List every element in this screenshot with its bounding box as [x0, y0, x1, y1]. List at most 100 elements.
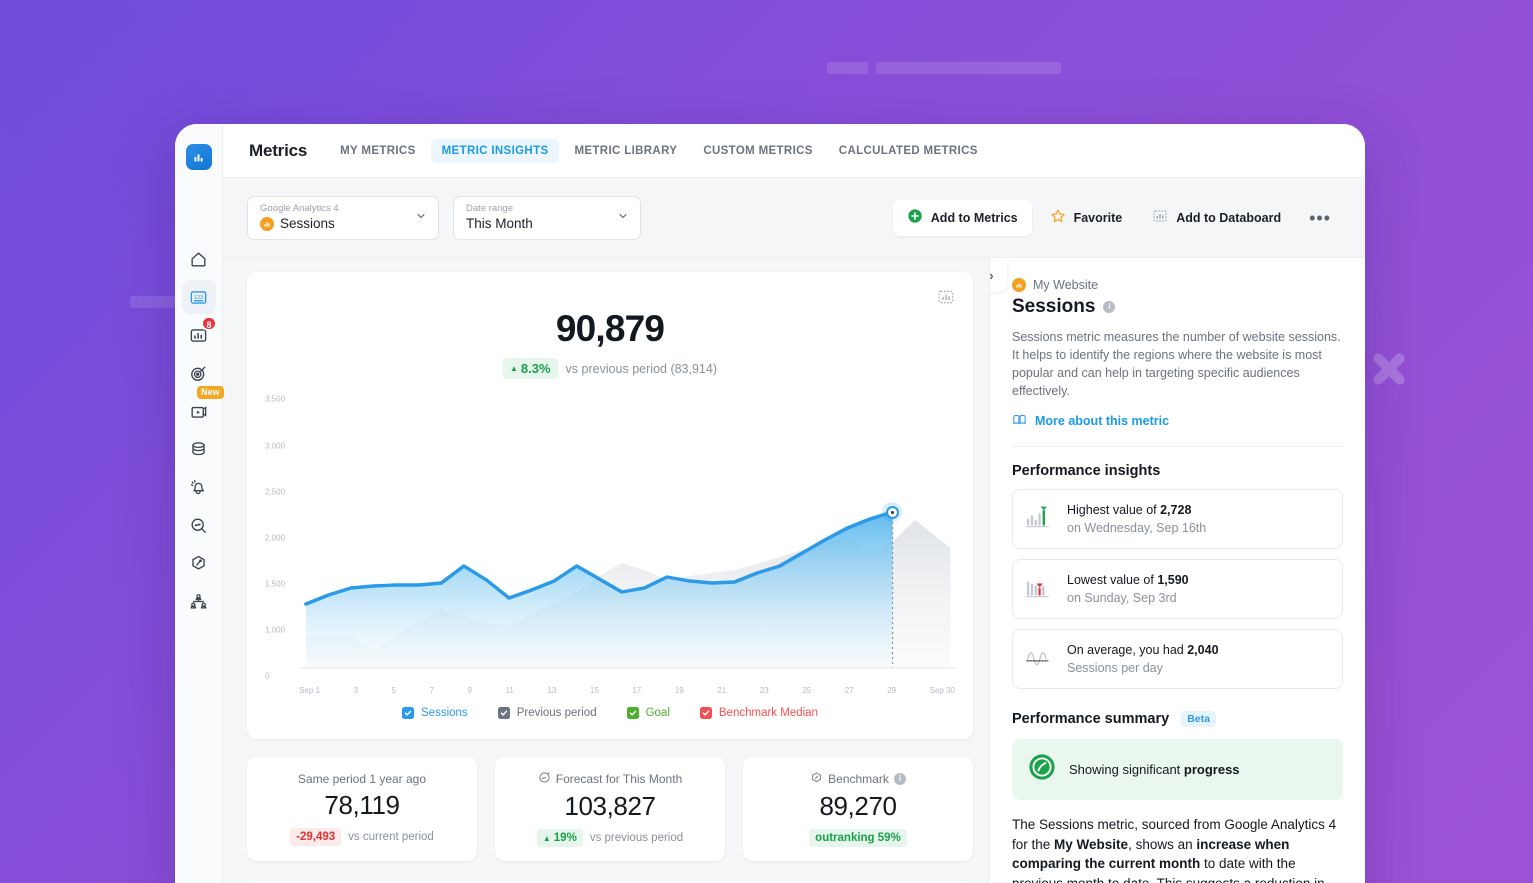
stat-title: Benchmark i — [810, 771, 906, 787]
forecast-icon — [538, 771, 551, 787]
stat-title: Forecast for This Month — [538, 771, 682, 787]
x-tick-8: 17 — [632, 686, 642, 695]
background-decoration-bar-2 — [876, 62, 1061, 74]
favorite-label: Favorite — [1073, 210, 1123, 225]
chart-delta-pill: ▲ 8.3% — [502, 358, 558, 379]
side-panel-title: Sessions — [1012, 296, 1096, 317]
delta-up-arrow-icon: ▲ — [509, 364, 518, 373]
x-tick-15: Sep 30 — [929, 686, 955, 695]
performance-insights-heading: Performance insights — [1012, 463, 1161, 479]
x-tick-2: 5 — [391, 686, 396, 695]
sidebar-item-performance[interactable] — [182, 546, 216, 580]
x-tick-1: 3 — [353, 686, 358, 695]
sidebar-item-teams[interactable] — [182, 584, 216, 618]
side-panel-title-row: Sessions i — [1012, 296, 1343, 318]
sidebar-item-insights[interactable] — [182, 508, 216, 542]
tab-calculated-metrics[interactable]: CALCULATED METRICS — [828, 139, 989, 163]
legend-item-benchmark-median[interactable]: Benchmark Median — [699, 707, 818, 719]
stat-sub: vs current period — [348, 831, 434, 843]
stat-title-text: Same period 1 year ago — [297, 772, 427, 786]
favorite-button[interactable]: Favorite — [1038, 200, 1135, 236]
add-to-databoard-label: Add to Databoard — [1176, 210, 1282, 225]
more-about-metric-link[interactable]: More about this metric — [1012, 412, 1343, 430]
chart-legend: Sessions Previous period Goal Benchmark … — [263, 707, 957, 719]
insight-lowest-value: Lowest value of 1,590 on Sunday, Sep 3rd — [1012, 559, 1343, 619]
tab-my-metrics[interactable]: MY METRICS — [329, 139, 427, 163]
sidebar-item-loops[interactable]: New — [182, 386, 224, 428]
google-analytics-icon — [1012, 278, 1026, 292]
insight-line-2: on Wednesday, Sep 16th — [1067, 521, 1207, 535]
x-axis-labels: Sep 1 3 5 7 9 11 13 15 17 19 21 23 25 27… — [299, 686, 955, 695]
legend-item-previous-period[interactable]: Previous period — [497, 707, 597, 719]
x-tick-9: 19 — [674, 686, 684, 695]
stat-title: Same period 1 year ago — [298, 772, 426, 786]
more-options-button[interactable]: ••• — [1299, 209, 1341, 227]
chevron-down-icon — [415, 209, 427, 227]
y-tick-2000: 2,000 — [265, 533, 286, 543]
checkbox-checked-icon — [699, 707, 712, 719]
performance-summary-status: Showing significant progress — [1012, 739, 1343, 800]
databox-logo-icon — [185, 144, 212, 170]
metric-select[interactable]: Google Analytics 4 Sessions — [247, 195, 439, 240]
export-chart-icon[interactable] — [935, 286, 957, 308]
y-tick-1500: 1,500 — [265, 579, 286, 589]
performance-summary-heading: Performance summary — [1012, 711, 1170, 727]
sidebar-item-goals[interactable] — [182, 356, 216, 390]
collapse-panel-button[interactable]: » — [990, 258, 1007, 292]
tab-metric-insights[interactable]: METRIC INSIGHTS — [430, 138, 560, 163]
stat-card-row: Same period 1 year ago 78,119 -29,493 vs… — [247, 757, 973, 861]
sidebar-item-metrics[interactable]: 123 — [181, 280, 216, 314]
insight-highest-value: Highest value of 2,728 on Wednesday, Sep… — [1012, 489, 1343, 549]
performance-summary-body: The Sessions metric, sourced from Google… — [1012, 815, 1343, 883]
app-logo[interactable] — [175, 132, 223, 182]
sidebar-item-alerts[interactable] — [182, 470, 216, 504]
legend-item-sessions[interactable]: Sessions — [402, 707, 468, 719]
performance-summary-status-text: Showing significant progress — [1069, 762, 1240, 777]
up-arrow-icon: ▲ — [542, 833, 551, 843]
toolbar: Google Analytics 4 Sessions Date range T… — [223, 178, 1365, 258]
insight-line-1-value: 1,590 — [1157, 573, 1189, 587]
insight-text-block: On average, you had 2,040 Sessions per d… — [1067, 641, 1219, 677]
stat-pill-negative: -29,493 — [290, 828, 342, 846]
stat-sub: vs previous period — [589, 832, 684, 844]
sessions-area — [305, 512, 893, 668]
summary-status-pre: Showing significant — [1069, 762, 1184, 777]
legend-item-goal[interactable]: Goal — [626, 707, 670, 719]
tab-bar: MY METRICS METRIC INSIGHTS METRIC LIBRAR… — [329, 138, 989, 163]
insight-text-block: Highest value of 2,728 on Wednesday, Sep… — [1067, 501, 1206, 537]
insights-icon — [191, 517, 206, 533]
insight-average-value: On average, you had 2,040 Sessions per d… — [1012, 629, 1343, 689]
date-range-select[interactable]: Date range This Month — [453, 195, 641, 240]
add-to-databoard-button[interactable]: Add to Databoard — [1140, 200, 1293, 236]
sessions-area-chart[interactable]: 3,500 3,000 2,500 2,000 1,500 1,000 0 Se… — [263, 383, 957, 695]
google-analytics-icon — [260, 216, 274, 231]
x-tick-7: 15 — [589, 686, 599, 695]
info-icon[interactable]: i — [893, 773, 906, 785]
insight-text-block: Lowest value of 1,590 on Sunday, Sep 3rd — [1067, 571, 1189, 607]
app-header: Metrics MY METRICS METRIC INSIGHTS METRI… — [223, 124, 1365, 178]
stat-pill-value: 19% — [553, 832, 577, 844]
sidebar-item-data-sources[interactable] — [182, 432, 216, 466]
info-icon[interactable]: i — [1103, 301, 1116, 313]
tab-metric-library[interactable]: METRIC LIBRARY — [563, 139, 688, 163]
x-tick-4: 9 — [467, 686, 472, 695]
data-sources-icon — [192, 441, 205, 455]
sidebar-item-home[interactable] — [182, 242, 216, 276]
insight-line-1: Lowest value of 1,590 — [1067, 571, 1189, 589]
alerts-icon — [190, 479, 204, 494]
x-tick-3: 7 — [429, 686, 434, 695]
metrics-icon: 123 — [190, 290, 207, 304]
stat-value: 78,119 — [324, 790, 400, 820]
loops-icon — [191, 405, 207, 418]
y-tick-2500: 2,500 — [265, 487, 286, 497]
metric-select-value-row: Sessions — [260, 215, 406, 232]
tab-custom-metrics[interactable]: CUSTOM METRICS — [692, 139, 823, 163]
x-tick-0: Sep 1 — [299, 686, 320, 695]
add-to-metrics-button[interactable]: Add to Metrics — [892, 199, 1032, 236]
metric-select-value: Sessions — [280, 216, 335, 231]
sidebar-item-databoards[interactable]: 8 — [182, 316, 217, 352]
chart-delta-sub: vs previous period (83,914) — [565, 361, 718, 376]
insight-line-1-pre: Lowest value of — [1067, 573, 1158, 587]
chart-big-value: 90,879 — [555, 308, 665, 349]
teams-icon — [190, 593, 207, 608]
